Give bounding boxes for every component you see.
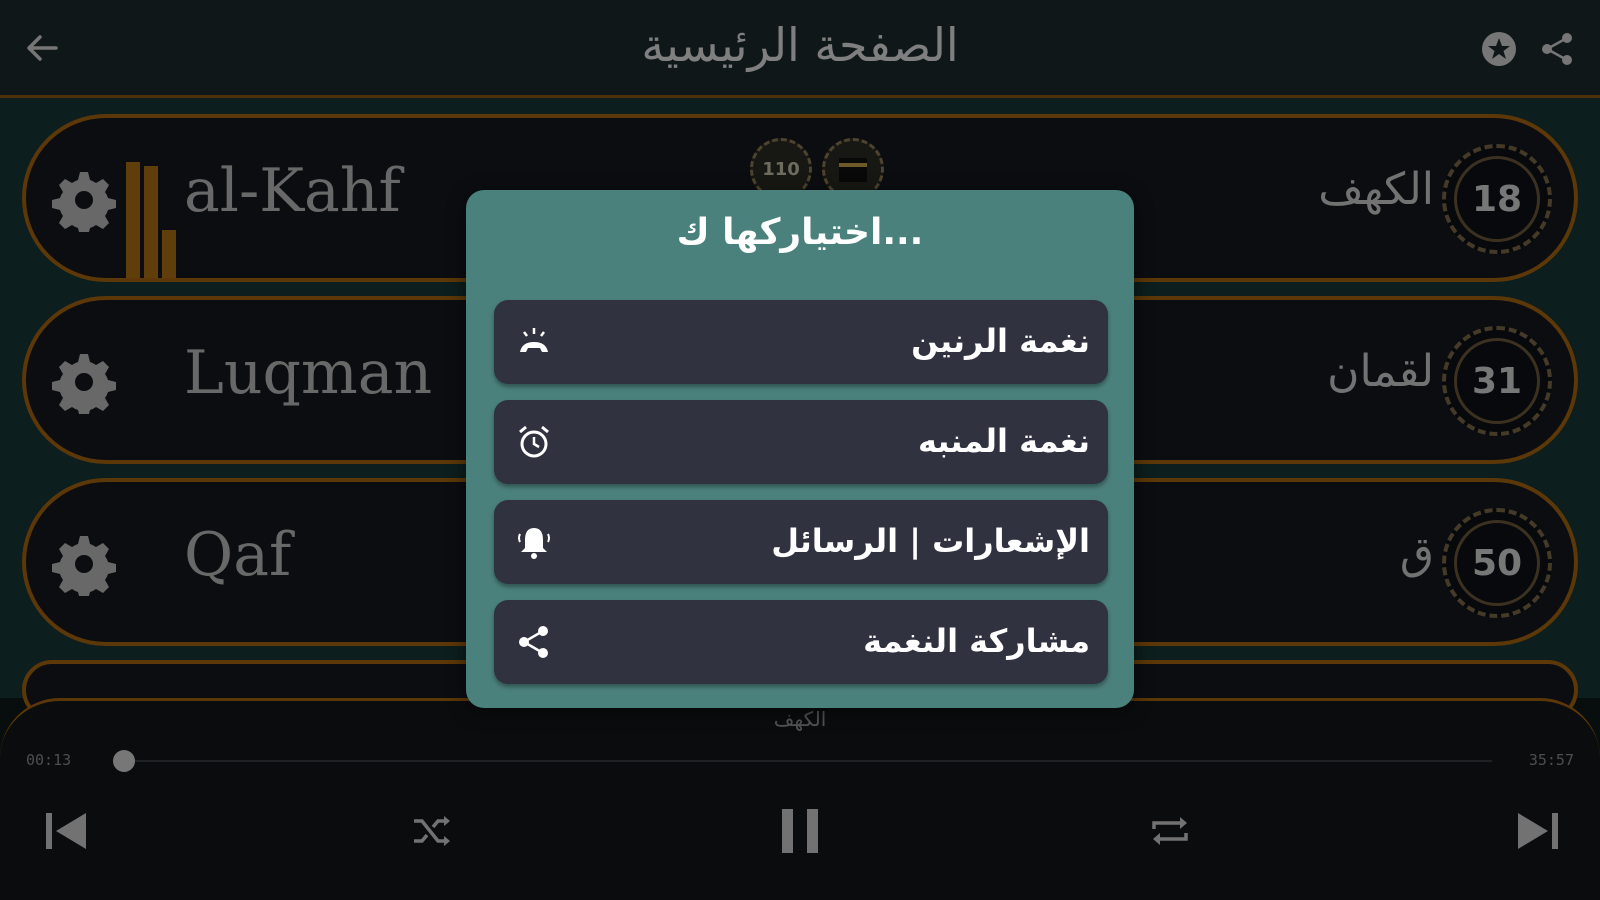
notification-bell-icon xyxy=(518,528,550,559)
alarm-icon xyxy=(519,425,549,458)
option-label: نغمة الرنين xyxy=(911,322,1090,360)
option-label: مشاركة النغمة xyxy=(863,622,1090,660)
ringtone-icon xyxy=(520,328,548,352)
option-ringtone[interactable]: نغمة الرنين xyxy=(494,300,1108,384)
option-label: الإشعارات | الرسائل xyxy=(771,522,1090,560)
dialog-title: اختياركها ك... xyxy=(676,212,924,253)
share-icon xyxy=(519,626,548,658)
option-notifications[interactable]: الإشعارات | الرسائل xyxy=(494,500,1108,584)
option-share-tone[interactable]: مشاركة النغمة xyxy=(494,600,1108,684)
option-alarm[interactable]: نغمة المنبه xyxy=(494,400,1108,484)
set-as-dialog: اختياركها ك... نغمة الرنين نغمة المنبه ا… xyxy=(466,190,1134,708)
option-label: نغمة المنبه xyxy=(917,422,1090,460)
